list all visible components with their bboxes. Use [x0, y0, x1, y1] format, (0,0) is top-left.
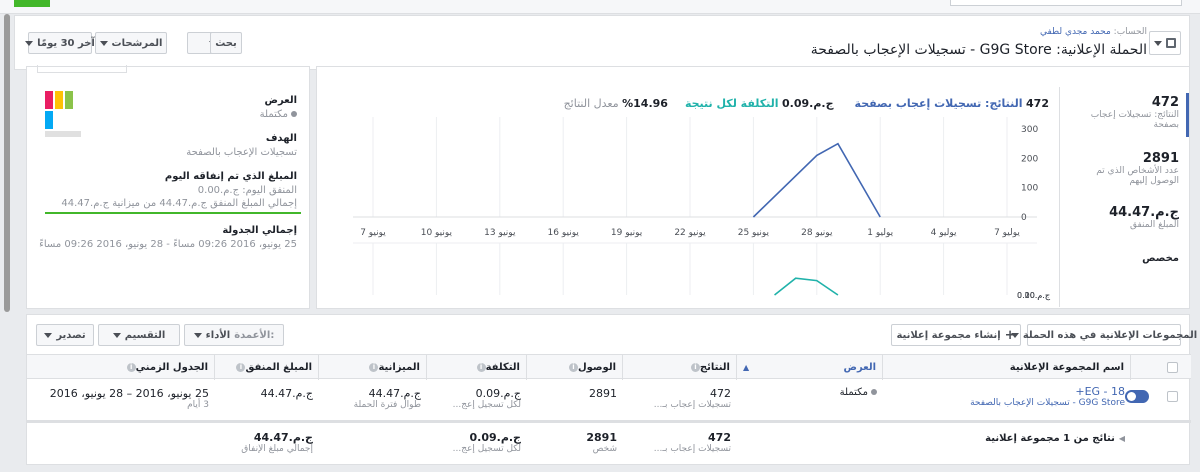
account-label: الحساب: [1113, 27, 1147, 37]
budget-progress-bar [45, 212, 301, 214]
filters-dropdown[interactable]: المرشحات [95, 32, 167, 54]
y-tick-label: 0 [1021, 213, 1027, 223]
export-button[interactable]: تصدير [36, 324, 94, 346]
x-tick-label: يونيو 25 [738, 228, 770, 238]
info-icon: i [476, 363, 486, 372]
campaign-name-link[interactable]: G9G Store - تسجيلات الإعجاب بالصفحة [889, 398, 1125, 408]
expand-chevron-icon: ◀ [1118, 434, 1125, 443]
budget-progress-fill [45, 212, 301, 214]
summary-spent: ج.م.44.47 إجمالي مبلغ الإنفاق [241, 431, 313, 454]
info-icon: i [369, 363, 379, 372]
summary-cost: ج.م.0.09 لكل تسجيل إعج... [452, 431, 521, 454]
create-adset-button[interactable]: إنشاء مجموعة إعلانية + [891, 324, 1021, 346]
adset-name-link[interactable]: EG - 18+ [889, 385, 1125, 398]
results-stat[interactable]: 472 النتائج: تسجيلات إعجاب بصفحة [1069, 95, 1179, 130]
x-tick-label: يونيو 22 [674, 228, 706, 238]
summary-results: 472 تسجيلات إعجاب بـ... [653, 431, 731, 454]
col-cost[interactable]: التكلفة i [427, 355, 527, 380]
campaign-menu-button[interactable] [1149, 31, 1181, 55]
info-icon: i [568, 363, 578, 372]
x-tick-label: يونيو 16 [548, 228, 580, 238]
x-tick-label: يونيو 7 [360, 228, 386, 238]
col-reach[interactable]: الوصول i [527, 355, 623, 380]
ad-thumbnail [45, 91, 81, 137]
row-budget: ج.م.44.47 طوال فترة الحملة [353, 387, 421, 410]
status-dot-icon [871, 389, 877, 395]
spent-stat[interactable]: ج.م.44.47 المبلغ المنفق [1069, 205, 1179, 230]
row-name: EG - 18+ G9G Store - تسجيلات الإعجاب بال… [883, 385, 1131, 408]
col-results[interactable]: النتائج i [623, 355, 737, 380]
row-delivery: مكتملة [737, 387, 883, 398]
status-dot-icon [291, 111, 297, 117]
details-top-tabs[interactable] [37, 65, 127, 73]
summary-reach: 2891 شخص [586, 431, 617, 454]
campaign-icon [1166, 38, 1176, 48]
info-icon: i [126, 363, 136, 372]
details-panel: العرض مكتملة الهدف تسجيلات الإعجاب بالصف… [26, 65, 310, 309]
row-checkbox[interactable] [1167, 391, 1178, 402]
y-tick-label: 100 [1021, 184, 1038, 194]
chart-header: 472 النتائج: تسجيلات إعجاب بصفحة ج.م.0.0… [563, 97, 1049, 110]
x-tick-label: يوليو 1 [867, 228, 893, 238]
x-tick-label: يوليو 7 [994, 228, 1020, 238]
row-spent: ج.م.44.47 [260, 387, 313, 400]
adsets-in-campaign-button[interactable]: المجموعات الإعلانية في هذه الحملة [1010, 324, 1197, 346]
info-icon: i [236, 363, 246, 372]
info-icon: i [690, 363, 700, 372]
row-schedule: 25 يونيو، 2016 – 28 يونيو، 2016 3 أيام [49, 387, 209, 410]
col-budget[interactable]: الميزانية i [319, 355, 427, 380]
adset-toggle[interactable] [1125, 390, 1149, 403]
x-tick-label: يوليو 4 [931, 228, 957, 238]
row-reach: 2891 [589, 387, 617, 400]
row-results: 472 تسجيلات إعجاب بـ... [653, 387, 731, 410]
top-right-control[interactable] [950, 0, 1182, 6]
stats-column: 472 النتائج: تسجيلات إعجاب بصفحة 2891 عد… [1059, 87, 1189, 307]
x-tick-label: يونيو 28 [801, 228, 833, 238]
col-schedule[interactable]: الجدول الزمني i [27, 355, 215, 380]
summary-label[interactable]: ◀نتائج من 1 مجموعة إعلانية [883, 433, 1131, 444]
y-tick-label: 300 [1021, 125, 1038, 135]
y-tick-label: ج.م.0.00 [1017, 291, 1051, 300]
y-tick-label: 200 [1021, 154, 1038, 164]
x-tick-label: يونيو 10 [421, 228, 453, 238]
campaign-header: آخر 30 يومًا المرشحات بحث الحساب: محمد م… [14, 15, 1190, 70]
custom-stat[interactable]: مخصص [1142, 253, 1179, 264]
col-spent[interactable]: المبلغ المنفق i [215, 355, 319, 380]
chart-panel: 472 النتائج: تسجيلات إعجاب بصفحة ج.م.0.0… [316, 66, 1190, 309]
spent-today-block: المبلغ الذي تم إنفاقه اليوم المنفق اليوم… [61, 171, 297, 209]
table-header: الجدول الزمني i المبلغ المنفق i الميزانية i… [27, 354, 1191, 380]
campaign-title: الحملة الإعلانية: G9G Store - تسجيلات ال… [810, 42, 1147, 58]
account-line: الحساب: محمد مجدي لطفي [1040, 27, 1147, 37]
x-tick-label: يونيو 13 [484, 228, 516, 238]
account-link[interactable]: محمد مجدي لطفي [1040, 27, 1111, 37]
col-name[interactable]: اسم المجموعة الإعلانية [883, 355, 1131, 380]
adsets-section: تصدير التقسيم الأداء الأعمدة: إنشاء مجموع… [26, 314, 1197, 466]
x-tick-label: يونيو 19 [611, 228, 643, 238]
page-scrollbar[interactable] [4, 14, 10, 312]
table-row: 25 يونيو، 2016 – 28 يونيو، 2016 3 أيام ج… [27, 379, 1191, 421]
performance-chart: 300 200 100 0 يونيو 7 يونيو 10 يونيو 13 يونيو 1… [353, 117, 1051, 300]
search-button[interactable]: بحث [210, 32, 242, 54]
top-accent-button[interactable] [14, 0, 50, 7]
row-cost: ج.م.0.09 لكل تسجيل إعج... [452, 387, 521, 410]
date-range-dropdown[interactable]: آخر 30 يومًا [25, 32, 95, 54]
ad-label: العرض مكتملة [259, 95, 297, 120]
col-delivery[interactable]: العرض ▲ [737, 355, 883, 380]
cost-series-line [774, 277, 839, 296]
columns-button[interactable]: الأداء الأعمدة: [184, 324, 284, 346]
sort-up-icon: ▲ [743, 363, 750, 372]
breakdown-button[interactable]: التقسيم [98, 324, 180, 346]
table-summary-row: ج.م.44.47 إجمالي مبلغ الإنفاق ج.م.0.09 ل… [27, 421, 1191, 466]
schedule-block: إجمالي الجدولة 25 يونيو، 2016 09:26 مساء… [39, 225, 297, 250]
reach-stat[interactable]: 2891 عدد الأشخاص الذي تم الوصول إليهم [1069, 151, 1179, 186]
objective-block: الهدف تسجيلات الإعجاب بالصفحة [186, 133, 297, 158]
select-all-checkbox[interactable] [1167, 362, 1178, 373]
